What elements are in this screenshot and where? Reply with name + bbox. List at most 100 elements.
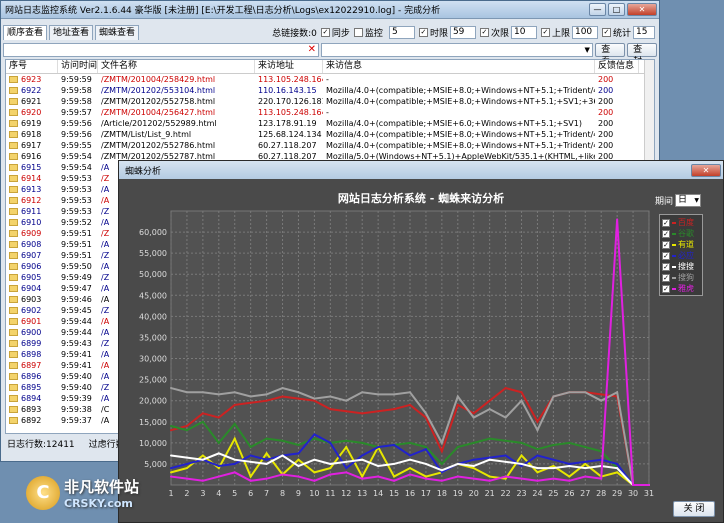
checkbox-checked-icon[interactable]: ✓	[320, 27, 330, 37]
checkbox-checked-icon[interactable]: ✓	[662, 273, 670, 282]
folder-icon	[9, 219, 18, 226]
col-code[interactable]: 反馈信息	[595, 60, 639, 73]
table-row[interactable]: 6918 9:59:56/ZMTM/List/List_9.html 125.68.…	[6, 129, 654, 140]
checkbox-empty-icon[interactable]	[353, 27, 363, 37]
interval-label: 时限	[429, 28, 448, 39]
table-row[interactable]: 6923 9:59:59/ZMTM/201004/258429.html 113.1…	[6, 74, 654, 85]
table-row[interactable]: 6919 9:59:56/Article/201202/552989.html 12…	[6, 118, 654, 129]
row-ip-text: 60.27.118.207	[258, 141, 317, 150]
series-point	[536, 448, 539, 451]
legend-item[interactable]: ✓ 搜狗	[662, 272, 700, 283]
legend-item[interactable]: ✓ 有道	[662, 239, 700, 250]
row-time-text: 9:59:40	[61, 372, 92, 381]
monitor-value-stepper[interactable]: 5	[388, 25, 415, 39]
table-row[interactable]: 6921 9:59:58/ZMTM/201202/552758.html 220.1…	[6, 96, 654, 107]
col-info[interactable]: 来访信息	[323, 60, 595, 73]
row-id-text: 6903	[21, 295, 42, 304]
row-time: 9:59:41	[58, 349, 98, 360]
row-code: 200	[595, 85, 639, 96]
series-point	[409, 403, 411, 406]
minimize-button[interactable]: —	[589, 3, 606, 16]
x-tick-label: 20	[469, 489, 479, 498]
stats-checkbox[interactable]: ✓	[601, 27, 611, 37]
period-select[interactable]: 日 ▼	[675, 194, 702, 207]
checkbox-checked-icon[interactable]: ✓	[662, 229, 670, 238]
table-row[interactable]: 6920 9:59:57/ZMTM/201004/256427.html 113.1…	[6, 107, 654, 118]
series-point	[249, 479, 252, 482]
legend-item[interactable]: ✓ 百度	[662, 217, 700, 228]
x-tick-label: 29	[612, 489, 622, 498]
search-input[interactable]: ✕	[3, 42, 319, 57]
series-point	[201, 412, 204, 415]
x-tick-label: 2	[184, 489, 189, 498]
row-time-text: 9:59:53	[61, 185, 92, 194]
folder-icon	[9, 285, 18, 292]
tab-spider[interactable]: 蜘蛛查看	[95, 24, 140, 40]
legend-item[interactable]: ✓ 搜搜	[662, 261, 700, 272]
series-point	[281, 387, 284, 390]
times-checkbox[interactable]: ✓	[479, 27, 489, 37]
col-file[interactable]: 文件名称	[98, 60, 255, 73]
filter-combobox[interactable]: ▼	[320, 42, 594, 57]
checkbox-checked-icon[interactable]: ✓	[662, 240, 670, 249]
x-tick-label: 12	[341, 489, 351, 498]
row-id-text: 6911	[21, 207, 42, 216]
series-point	[584, 446, 587, 449]
times-stepper[interactable]: 10	[510, 25, 537, 39]
series-point	[313, 471, 316, 474]
col-id[interactable]: 序号	[6, 60, 58, 73]
series-point	[233, 462, 236, 465]
clear-icon[interactable]: ✕	[308, 44, 316, 56]
col-time[interactable]: 访问时间	[58, 60, 98, 73]
series-point	[552, 458, 555, 461]
limit-stepper[interactable]: 100	[571, 25, 598, 39]
maximize-button[interactable]: □	[608, 3, 625, 16]
series-point	[600, 399, 603, 402]
stats-stepper[interactable]: 15	[633, 25, 655, 39]
series-point	[393, 408, 396, 411]
table-row[interactable]: 6917 9:59:55/ZMTM/201202/552786.html 60.27…	[6, 140, 654, 151]
monitor-checkbox[interactable]: 监控	[353, 26, 383, 39]
row-ip: 123.178.91.19	[255, 118, 323, 129]
chevron-down-icon[interactable]: ▼	[582, 44, 592, 56]
series-point	[616, 391, 619, 394]
tab-sequence[interactable]: 顺序查看	[3, 24, 48, 40]
folder-icon	[9, 406, 18, 413]
close-button[interactable]: ✕	[627, 3, 657, 16]
row-time: 9:59:40	[58, 382, 98, 393]
legend-item[interactable]: ✓ 谷歌	[662, 228, 700, 239]
series-point	[217, 416, 220, 419]
tab-address[interactable]: 地址查看	[49, 24, 94, 40]
spider-close-dialog-button[interactable]: 关 闭	[673, 501, 715, 517]
row-time: 9:59:51	[58, 250, 98, 261]
legend-item[interactable]: ✓ 雅虎	[662, 283, 700, 294]
folder-icon	[9, 142, 18, 149]
checkbox-checked-icon[interactable]: ✓	[662, 284, 670, 293]
row-id: 6908	[6, 239, 58, 250]
checkbox-checked-icon[interactable]: ✓	[662, 251, 670, 260]
table-row[interactable]: 6922 9:59:58/ZMTM/201202/553104.html 110.1…	[6, 85, 654, 96]
spider-close-button[interactable]: ✕	[691, 163, 721, 177]
limit-checkbox[interactable]: ✓	[540, 27, 550, 37]
col-ip[interactable]: 来访地址	[255, 60, 323, 73]
chevron-down-icon[interactable]: ▼	[694, 195, 699, 206]
checkbox-checked-icon[interactable]: ✓	[662, 218, 670, 227]
row-file: /ZMTM/201004/256427.html	[98, 107, 255, 118]
row-id: 6915	[6, 162, 58, 173]
checkbox-checked-icon[interactable]: ✓	[662, 262, 670, 271]
series-point	[281, 439, 284, 442]
series-point	[456, 475, 459, 478]
block-button[interactable]: 查封	[627, 42, 658, 67]
series-point	[185, 467, 188, 470]
interval-stepper[interactable]: 59	[449, 25, 476, 39]
series-point	[536, 471, 539, 474]
series-point	[249, 446, 252, 449]
row-id-text: 6910	[21, 218, 42, 227]
legend-item[interactable]: ✓ 必应	[662, 250, 700, 261]
x-tick-label: 7	[264, 489, 269, 498]
row-file-text: /A	[101, 372, 110, 381]
view-button[interactable]: 查看	[595, 42, 626, 67]
interval-checkbox[interactable]: ✓	[418, 27, 428, 37]
sync-checkbox[interactable]: ✓ 同步	[320, 26, 350, 39]
series-point	[393, 443, 396, 446]
